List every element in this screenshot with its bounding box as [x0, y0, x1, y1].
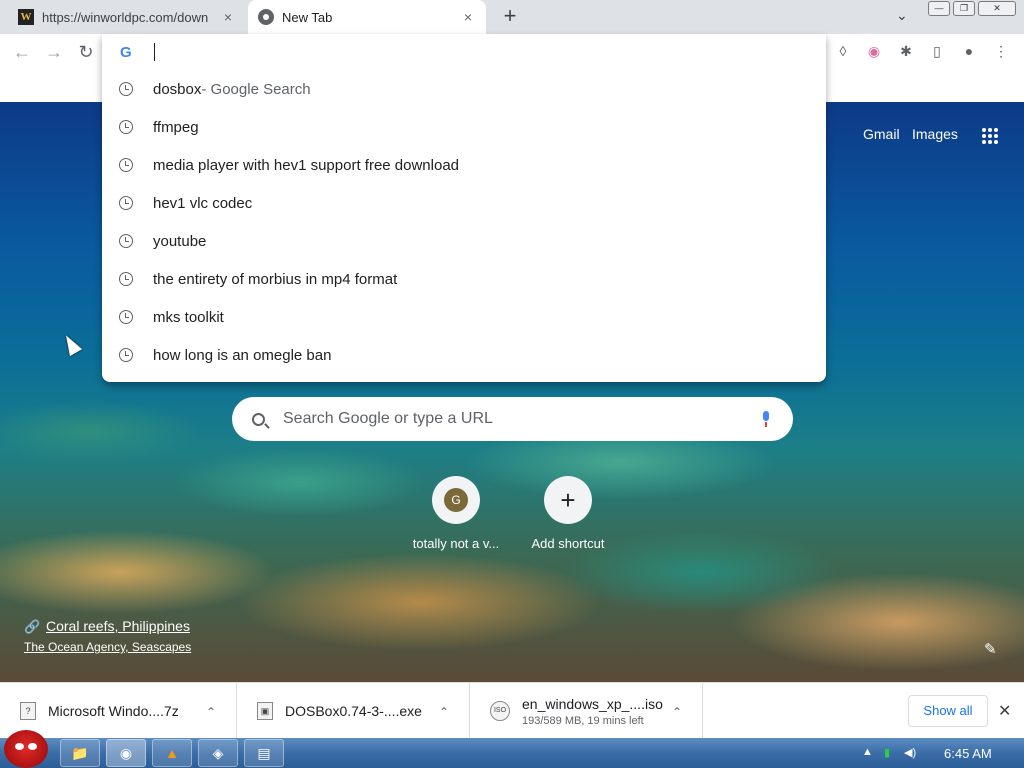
chevron-up-icon[interactable]: ⌃	[672, 705, 682, 719]
suggestion-text: the entirety of morbius in mp4 format	[153, 270, 398, 288]
suggestion-item[interactable]: the entirety of morbius in mp4 format	[102, 260, 826, 298]
ntp-search-box[interactable]: Search Google or type a URL	[232, 397, 793, 441]
explorer-taskbar-button[interactable]: 📁	[60, 739, 100, 767]
suggestion-text: youtube	[153, 232, 207, 250]
suggestion-item[interactable]: mks toolkit	[102, 298, 826, 336]
search-icon	[252, 412, 265, 426]
notepad-taskbar-button[interactable]: ▤	[244, 739, 284, 767]
close-download-bar-icon[interactable]: ✕	[998, 701, 1011, 721]
images-link[interactable]: Images	[912, 126, 958, 142]
download-filename: DOSBox0.74-3-....exe	[285, 703, 422, 719]
download-item[interactable]: ▣ DOSBox0.74-3-....exe ⌃	[237, 683, 470, 739]
omnibox-dropdown: G dosbox - Google Search ffmpeg media play…	[102, 34, 826, 382]
close-tab-icon[interactable]: ×	[220, 9, 236, 25]
download-filename: en_windows_xp_....iso	[522, 695, 663, 712]
plus-icon: +	[560, 485, 576, 515]
reload-button[interactable]: ↻	[74, 42, 98, 64]
add-shortcut-button[interactable]: + Add shortcut	[513, 476, 623, 551]
history-clock-icon	[119, 348, 133, 362]
new-tab-button[interactable]: +	[498, 5, 522, 29]
suggestion-item[interactable]: how long is an omegle ban	[102, 336, 826, 374]
tray-overflow-icon[interactable]: ▲	[862, 746, 873, 758]
text-caret	[154, 43, 155, 61]
download-item[interactable]: ? Microsoft Windo....7z ⌃	[0, 683, 237, 739]
ntp-search-placeholder: Search Google or type a URL	[283, 410, 493, 427]
tab-title: https://winworldpc.com/down	[42, 9, 209, 25]
battery-icon[interactable]: ▮	[884, 746, 890, 759]
taskbar: 📁 ◉ ▲ ◈ ▤ ▲ ▮ ◀) 6:45 AM	[0, 730, 1024, 768]
suggestion-list: dosbox - Google Search ffmpeg media player…	[102, 70, 826, 374]
7z-file-icon: ?	[20, 702, 36, 720]
chevron-up-icon[interactable]: ⌃	[439, 705, 449, 719]
profile-icon[interactable]: ●	[960, 43, 978, 61]
download-bar: ? Microsoft Windo....7z ⌃ ▣ DOSBox0.74-3…	[0, 682, 1024, 739]
suggestion-item[interactable]: youtube	[102, 222, 826, 260]
virtualbox-taskbar-button[interactable]: ◈	[198, 739, 238, 767]
suggestion-text: mks toolkit	[153, 308, 224, 326]
suggestion-suffix: - Google Search	[201, 80, 311, 98]
history-clock-icon	[119, 120, 133, 134]
suggestion-item[interactable]: media player with hev1 support free down…	[102, 146, 826, 184]
side-panel-icon[interactable]: ▯	[928, 43, 946, 61]
microphone-icon[interactable]	[761, 411, 771, 427]
back-button[interactable]: ←	[10, 42, 34, 64]
history-clock-icon	[119, 234, 133, 248]
download-filename: Microsoft Windo....7z	[48, 703, 179, 719]
restore-button[interactable]: ❐	[953, 1, 975, 16]
link-icon: 🔗	[24, 619, 41, 634]
suggestion-item[interactable]: ffmpeg	[102, 108, 826, 146]
ublock-icon[interactable]: ◊	[834, 43, 852, 61]
shortcut-tile[interactable]: G totally not a v...	[401, 476, 511, 551]
winworld-favicon-icon: W	[18, 9, 34, 25]
exe-file-icon: ▣	[257, 702, 273, 720]
suggestion-text: how long is an omegle ban	[153, 346, 332, 364]
shortcut-label: Add shortcut	[531, 536, 605, 551]
minimize-button[interactable]: —	[928, 1, 950, 16]
suggestion-item[interactable]: dosbox - Google Search	[102, 70, 826, 108]
chrome-taskbar-button[interactable]: ◉	[106, 739, 146, 767]
download-progress-text: 193/589 MB, 19 mins left	[522, 714, 644, 727]
puzzle-icon[interactable]: ✱	[897, 43, 915, 61]
history-clock-icon	[119, 272, 133, 286]
mouse-cursor-icon	[59, 331, 83, 357]
tab-new-tab[interactable]: New Tab ×	[248, 0, 486, 34]
tab-search-icon[interactable]: ⌄	[896, 7, 908, 24]
tab-title: New Tab	[282, 9, 333, 25]
background-credit-author[interactable]: The Ocean Agency, Seascapes	[24, 640, 191, 654]
tab-strip: W https://winworldpc.com/down × New Tab …	[0, 0, 1024, 34]
volume-icon[interactable]: ◀)	[904, 746, 916, 759]
google-icon: G	[120, 43, 132, 61]
history-clock-icon	[119, 82, 133, 96]
menu-icon[interactable]: ⋮	[992, 43, 1010, 61]
apps-grid-icon[interactable]	[982, 128, 998, 144]
gmail-link[interactable]: Gmail	[863, 126, 900, 142]
show-all-button[interactable]: Show all	[908, 695, 988, 727]
forward-button[interactable]: →	[42, 42, 66, 64]
close-window-button[interactable]: ✕	[978, 1, 1016, 16]
history-clock-icon	[119, 158, 133, 172]
shortcut-label: totally not a v...	[412, 536, 500, 551]
chevron-up-icon[interactable]: ⌃	[206, 705, 216, 719]
chrome-favicon-icon	[258, 9, 274, 25]
taskbar-clock[interactable]: 6:45 AM	[944, 746, 992, 761]
iso-file-icon: ISO	[490, 701, 510, 721]
suggestion-item[interactable]: hev1 vlc codec	[102, 184, 826, 222]
suggestion-text: media player with hev1 support free down…	[153, 156, 460, 174]
extension-icon[interactable]: ◉	[865, 43, 883, 61]
download-item[interactable]: ISO en_windows_xp_....iso 193/589 MB, 19…	[470, 683, 703, 739]
background-credit-title[interactable]: 🔗 Coral reefs, Philippines	[24, 618, 190, 635]
history-clock-icon	[119, 196, 133, 210]
history-clock-icon	[119, 310, 133, 324]
vlc-taskbar-button[interactable]: ▲	[152, 739, 192, 767]
shortcut-favicon-icon: G	[444, 488, 468, 512]
suggestion-text: dosbox	[153, 80, 202, 98]
close-tab-icon[interactable]: ×	[460, 9, 476, 25]
address-bar[interactable]: G	[102, 34, 826, 70]
customize-pencil-icon[interactable]: ✎	[984, 640, 997, 658]
start-button[interactable]	[4, 730, 48, 768]
suggestion-text: hev1 vlc codec	[153, 194, 253, 212]
tab-winworldpc[interactable]: W https://winworldpc.com/down ×	[8, 0, 246, 34]
suggestion-text: ffmpeg	[153, 118, 199, 136]
